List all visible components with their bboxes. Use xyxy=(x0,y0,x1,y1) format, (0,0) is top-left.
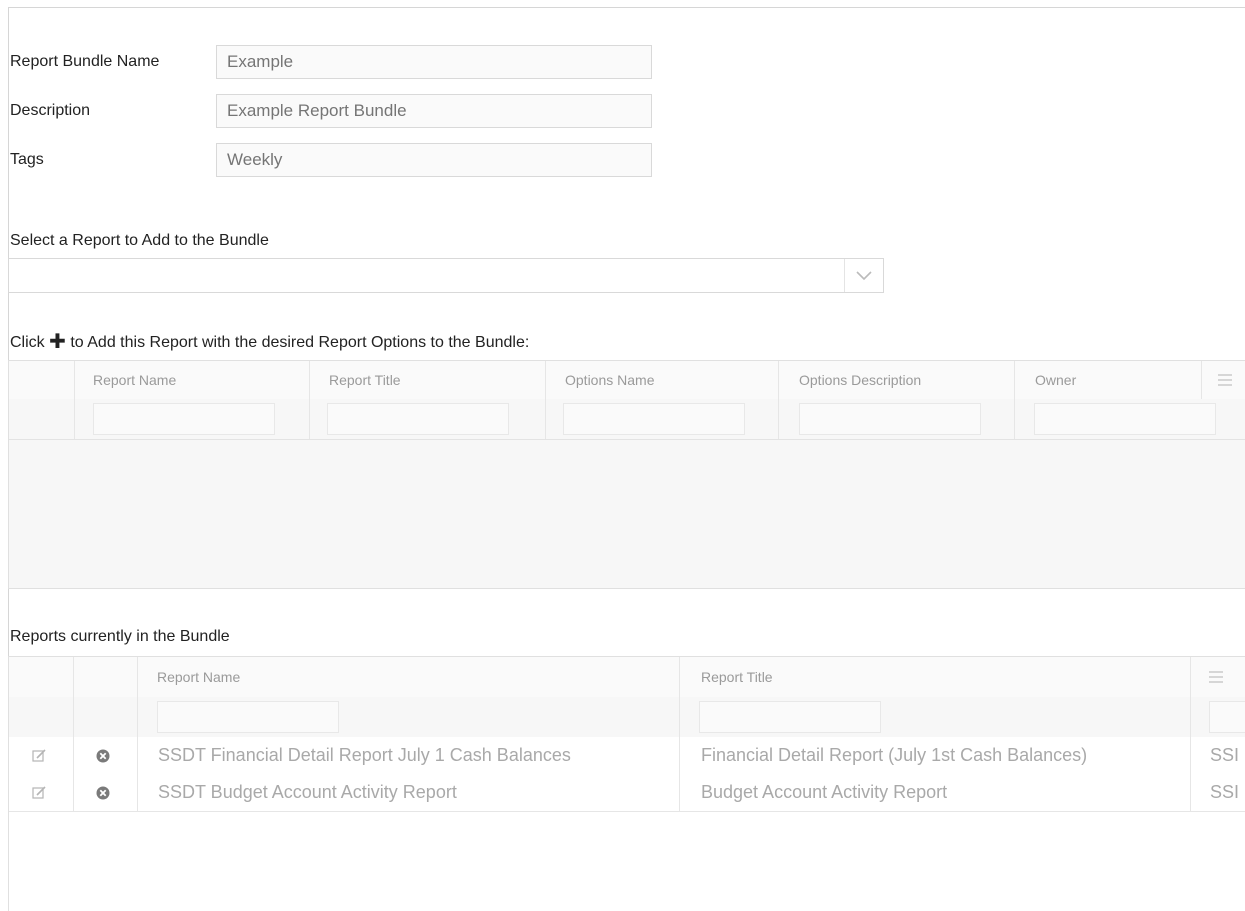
column-header-options-description[interactable]: Options Description xyxy=(799,361,921,399)
tags-label: Tags xyxy=(10,151,44,168)
report-select[interactable] xyxy=(8,258,884,293)
bundle-grid-header: Report Name Report Title xyxy=(9,657,1245,698)
options-grid-header: Report Name Report Title Options Name Op… xyxy=(9,361,1245,400)
filter-input-options-name[interactable] xyxy=(563,403,745,435)
cell-overflow: SSI xyxy=(1210,782,1240,802)
plus-icon: ✚ xyxy=(49,331,66,353)
filter-input-options-description[interactable] xyxy=(799,403,981,435)
filter-input-overflow[interactable] xyxy=(1209,701,1245,733)
filter-input-report-title[interactable] xyxy=(699,701,881,733)
table-row: SSDT Financial Detail Report July 1 Cash… xyxy=(9,737,1245,775)
tags-input[interactable] xyxy=(216,143,652,177)
add-instruction-prefix: Click xyxy=(10,334,45,351)
description-input[interactable] xyxy=(216,94,652,128)
edit-icon[interactable] xyxy=(32,748,47,763)
filter-input-owner[interactable] xyxy=(1034,403,1216,435)
cell-report-title: Budget Account Activity Report xyxy=(701,782,948,802)
column-header-owner[interactable]: Owner xyxy=(1035,361,1076,399)
column-header-report-name[interactable]: Report Name xyxy=(93,361,176,399)
description-label: Description xyxy=(10,102,91,119)
add-instruction: Click ✚ to Add this Report with the desi… xyxy=(10,332,529,352)
add-instruction-suffix: to Add this Report with the desired Repo… xyxy=(70,334,530,351)
bundle-name-label: Report Bundle Name xyxy=(10,53,160,70)
edit-icon[interactable] xyxy=(32,785,47,800)
column-header-report-name[interactable]: Report Name xyxy=(157,657,240,697)
remove-circle-icon[interactable] xyxy=(95,785,111,801)
bundle-name-input[interactable] xyxy=(216,45,652,79)
cell-overflow: SSI xyxy=(1210,745,1240,765)
bundle-reports-grid: Report Name Report Title SSDT Financial … xyxy=(8,656,1245,911)
column-menu-icon[interactable] xyxy=(1209,671,1223,683)
remove-circle-icon[interactable] xyxy=(95,748,111,764)
report-options-grid: Report Name Report Title Options Name Op… xyxy=(8,360,1245,589)
filter-input-report-title[interactable] xyxy=(327,403,509,435)
filter-input-report-name[interactable] xyxy=(93,403,275,435)
chevron-down-icon xyxy=(856,271,872,281)
bundle-name-row: Report Bundle Name xyxy=(10,44,652,80)
cell-report-title: Financial Detail Report (July 1st Cash B… xyxy=(701,745,1088,765)
panel-top-border xyxy=(8,7,1245,8)
filter-input-report-name[interactable] xyxy=(157,701,339,733)
bundle-grid-label: Reports currently in the Bundle xyxy=(10,628,230,645)
column-menu-icon[interactable] xyxy=(1218,374,1232,386)
column-header-report-title[interactable]: Report Title xyxy=(701,657,773,697)
cell-report-name: SSDT Financial Detail Report July 1 Cash… xyxy=(158,745,571,765)
report-select-toggle[interactable] xyxy=(844,259,883,292)
column-header-report-title[interactable]: Report Title xyxy=(329,361,401,399)
column-header-options-name[interactable]: Options Name xyxy=(565,361,654,399)
select-report-label: Select a Report to Add to the Bundle xyxy=(10,232,269,249)
options-grid-body xyxy=(9,440,1245,588)
tags-row: Tags xyxy=(10,142,652,178)
description-row: Description xyxy=(10,93,652,129)
table-row: SSDT Budget Account Activity Report Budg… xyxy=(9,774,1245,812)
bundle-grid-filter-row xyxy=(9,697,1245,738)
options-grid-filter-row xyxy=(9,399,1245,440)
cell-report-name: SSDT Budget Account Activity Report xyxy=(158,782,457,802)
